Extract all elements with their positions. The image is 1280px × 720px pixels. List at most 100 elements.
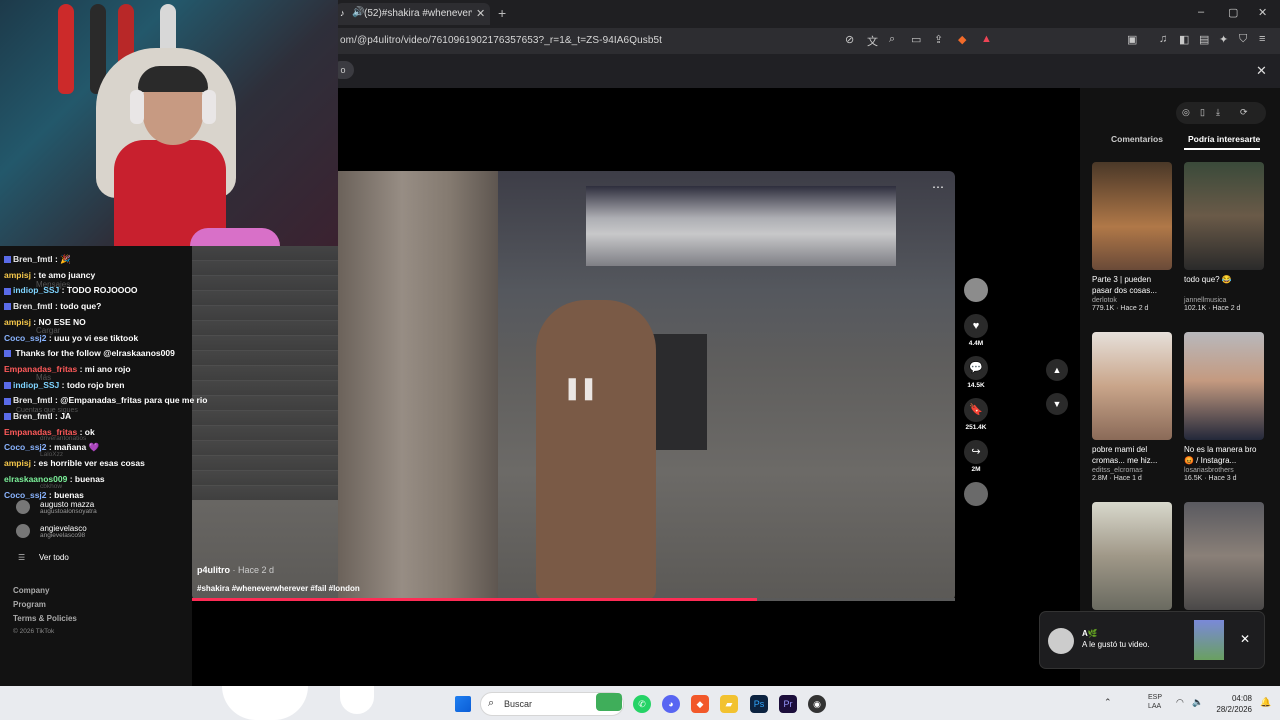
chat-username[interactable]: Bren_fmtl [13,254,53,264]
card-author[interactable]: editss_elcromas [1092,467,1172,474]
leo-icon[interactable]: ✦ [1219,33,1228,46]
windows-start-icon[interactable] [455,696,471,712]
recommended-card[interactable] [1092,502,1172,610]
chat-username[interactable]: indiop_SSJ [13,285,59,295]
download-icon[interactable]: ⤓ [1216,107,1220,118]
chat-username[interactable]: Bren_fmtl [13,395,53,405]
recommended-card[interactable]: No es la manera bro 😡 / Instagra... losa… [1184,332,1264,482]
footer-terms[interactable]: Terms & Policies [13,614,77,623]
discord-icon[interactable]: ◕ [662,695,680,713]
weather-widget-icon[interactable] [596,693,622,711]
close-window-button[interactable]: ✕ [1258,6,1267,19]
url-field[interactable]: om/@p4ulitro/video/7610961902176357653?_… [340,35,662,46]
card-thumbnail[interactable] [1092,502,1172,610]
chat-username[interactable]: Bren_fmtl [13,301,53,311]
card-title: Parte 3 | pueden pasar dos cosas... [1092,275,1157,295]
chat-username[interactable]: ampisj [4,458,31,468]
chat-username[interactable]: Bren_fmtl [13,411,53,421]
recommended-card[interactable] [1184,502,1264,610]
previous-video-button[interactable]: ▲ [1046,359,1068,381]
chat-username[interactable]: indiop_SSJ [13,380,59,390]
see-all-link[interactable]: Ver todo [39,553,69,562]
tray-chevron-icon[interactable]: ⌃ [1104,697,1112,708]
card-thumbnail[interactable] [1184,502,1264,610]
wallet-icon[interactable]: ▤ [1199,33,1209,46]
video-caption[interactable]: #shakira #wheneverwherever #fail #london [197,584,360,593]
brave-icon[interactable]: ◆ [691,695,709,713]
translate-icon[interactable]: 文 [867,33,878,49]
card-thumbnail[interactable] [1184,162,1264,270]
card-thumbnail[interactable] [1184,332,1264,440]
tab-close-icon[interactable]: ✕ [476,7,485,20]
taskbar-clock[interactable]: 04:08 28/2/2026 [1214,693,1252,715]
music-icon[interactable]: ♫ [1159,33,1167,45]
share-button[interactable]: ↪ 2M [964,440,988,473]
chat-message: ampisj : es horrible ver esas cosas [4,458,145,469]
like-notification[interactable]: A🌿 A le gustó tu video. ✕ [1040,612,1264,668]
chat-message: Thanks for the follow @elraskaanos009 [4,348,175,358]
notification-thumbnail[interactable] [1194,620,1224,660]
browser-tab[interactable]: ♪ 🔊 (52)#shakira #wheneverwhere ✕ [336,3,490,25]
like-button[interactable]: ♥ 4.4M [964,314,988,347]
next-video-button[interactable]: ▼ [1046,393,1068,415]
avatar [16,500,30,514]
panel-icon[interactable]: ◧ [1179,33,1189,46]
chat-badge-icon [4,303,11,311]
pause-icon[interactable]: ❚❚ [563,375,598,401]
card-author[interactable]: derlotok [1092,297,1172,304]
card-meta: 779.1K · Hace 2 d [1092,305,1149,312]
footer-program[interactable]: Program [13,600,46,609]
cast-icon[interactable]: ▭ [911,33,921,46]
photoshop-icon[interactable]: Ps [750,695,768,713]
footer-company[interactable]: Company [13,586,49,595]
notification-close-icon[interactable]: ✕ [1240,632,1250,646]
chat-username[interactable]: Empanadas_fritas [4,364,77,374]
notification-bell-icon[interactable]: 🔔 [1260,697,1271,708]
vpn-icon[interactable]: ⛉ [1239,33,1247,46]
author-avatar[interactable] [964,278,988,302]
comment-button[interactable]: 💬 14.5K [964,356,988,389]
card-author[interactable]: jannellmusica [1184,297,1264,304]
recommended-card[interactable]: Parte 3 | pueden pasar dos cosas... derl… [1092,162,1172,312]
close-player-icon[interactable]: ✕ [1256,63,1267,79]
chat-username[interactable]: ampisj [4,270,31,280]
menu-icon[interactable]: ≡ [1259,33,1265,45]
tab-comments[interactable]: Comentarios [1111,134,1163,144]
chat-username[interactable]: Coco_ssj2 [4,442,47,452]
speaker-icon[interactable]: 🔊 [352,7,364,18]
brave-shield-icon[interactable]: ◆ [958,33,966,46]
chat-username[interactable]: ampisj [4,317,31,327]
recommended-card[interactable]: pobre mami del cromas... me hiz... edits… [1092,332,1172,482]
rewards-icon[interactable]: ▲ [981,33,992,45]
float-icon[interactable]: ◎ [1182,107,1190,118]
new-tab-button[interactable]: + [498,5,506,21]
autoscroll-icon[interactable]: ⟳ [1240,107,1248,118]
maximize-button[interactable]: ▢ [1228,6,1238,19]
language-indicator[interactable]: ESP LAA [1148,693,1168,711]
chat-username[interactable]: Coco_ssj2 [4,333,47,343]
save-button[interactable]: 🔖 251.4K [964,398,988,431]
zoom-icon[interactable]: ⌕ [889,33,895,46]
card-thumbnail[interactable] [1092,162,1172,270]
reader-icon[interactable]: ⊘ [845,33,854,46]
chat-username[interactable]: Empanadas_fritas [4,427,77,437]
tab-recommended[interactable]: Podría interesarte [1188,134,1260,144]
more-options-icon[interactable]: ⋯ [932,180,944,194]
chat-username[interactable]: elraskaanos009 [4,474,67,484]
share-page-icon[interactable]: ⇪ [934,33,943,46]
sound-avatar[interactable] [964,482,988,506]
sidebar-toggle-icon[interactable]: ▣ [1127,33,1137,46]
wifi-icon[interactable]: ◠ [1176,697,1184,708]
card-author[interactable]: losariasbrothers [1184,467,1264,474]
chat-username[interactable]: Coco_ssj2 [4,490,47,500]
whatsapp-icon[interactable]: ✆ [633,695,651,713]
obs-icon[interactable]: ◉ [808,695,826,713]
device-icon[interactable]: ▯ [1200,107,1205,118]
card-thumbnail[interactable] [1092,332,1172,440]
video-author[interactable]: p4ulitro [197,565,230,575]
minimize-button[interactable]: – [1198,6,1204,18]
recommended-card[interactable]: todo que? 😂 jannellmusica 102.1K · Hace … [1184,162,1264,312]
premiere-icon[interactable]: Pr [779,695,797,713]
file-explorer-icon[interactable]: ▰ [720,695,738,713]
volume-icon[interactable]: 🔈 [1192,697,1203,708]
